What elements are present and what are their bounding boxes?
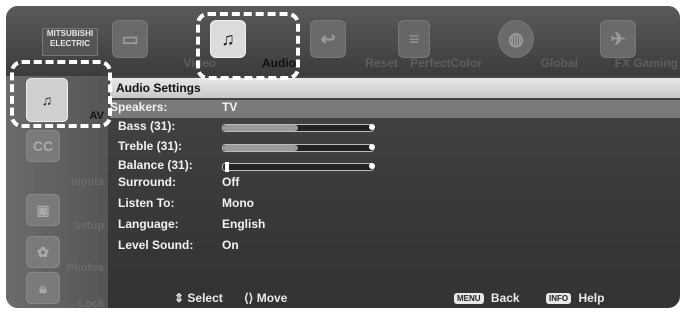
balance-slider[interactable]	[222, 162, 375, 172]
language-row[interactable]: Language: English	[118, 217, 638, 235]
av-item-highlight	[10, 60, 112, 128]
panel-title: Audio Settings	[110, 78, 680, 98]
footer-hints: ⇕ Select ⟨⟩ Move MENU Back INFO Help	[6, 288, 680, 308]
tab-return[interactable]: ↩	[304, 18, 354, 72]
info-key-icon: INFO	[546, 293, 572, 305]
tab-global[interactable]: ◍ Global	[492, 18, 578, 72]
treble-row[interactable]: Treble (31):	[118, 139, 638, 157]
setup-icon: ▣	[26, 194, 60, 226]
globe-icon: ◍	[498, 20, 534, 58]
select-hint: ⇕ Select	[174, 291, 223, 305]
level-sound-row[interactable]: Level Sound: On	[118, 238, 638, 256]
left-right-icon: ⟨⟩	[244, 291, 254, 305]
sidebar-item-photos[interactable]: ✿ Photos	[16, 236, 108, 276]
tab-fx-gaming[interactable]: ✈ FX Gaming	[586, 18, 678, 72]
sidebar-item-setup[interactable]: ▣ Setup	[16, 194, 108, 234]
menu-key-icon: MENU	[454, 293, 484, 305]
up-down-icon: ⇕	[174, 291, 185, 305]
bass-slider[interactable]	[222, 124, 375, 132]
tv-icon: ▭	[112, 20, 148, 58]
move-hint: ⟨⟩ Move	[244, 291, 288, 305]
bass-row[interactable]: Bass (31):	[118, 119, 638, 137]
return-icon: ↩	[310, 20, 346, 58]
cc-icon: CC	[26, 130, 60, 162]
audio-tab-highlight	[196, 12, 300, 80]
gaming-icon: ✈	[600, 20, 636, 58]
brand-logo: MITSUBISHI ELECTRIC	[42, 28, 98, 56]
help-hint: INFO Help	[546, 291, 604, 305]
perfect-color-icon: ≡	[398, 20, 430, 58]
back-hint: MENU Back	[454, 291, 520, 305]
tab-perfectcolor[interactable]: ≡ PerfectColor	[386, 18, 482, 72]
tv-screen: MITSUBISHI ELECTRIC ▭ Video ♫ Audio ↩ Re…	[6, 6, 680, 308]
surround-row[interactable]: Surround: Off	[118, 175, 638, 193]
audio-settings-panel: Audio Settings Speakers: TV Bass (31): T…	[110, 76, 680, 288]
speakers-row[interactable]: Speakers: TV	[110, 100, 680, 118]
listen-to-row[interactable]: Listen To: Mono	[118, 196, 638, 214]
photos-icon: ✿	[26, 236, 60, 268]
treble-slider[interactable]	[222, 144, 375, 152]
balance-row[interactable]: Balance (31):	[118, 158, 638, 176]
